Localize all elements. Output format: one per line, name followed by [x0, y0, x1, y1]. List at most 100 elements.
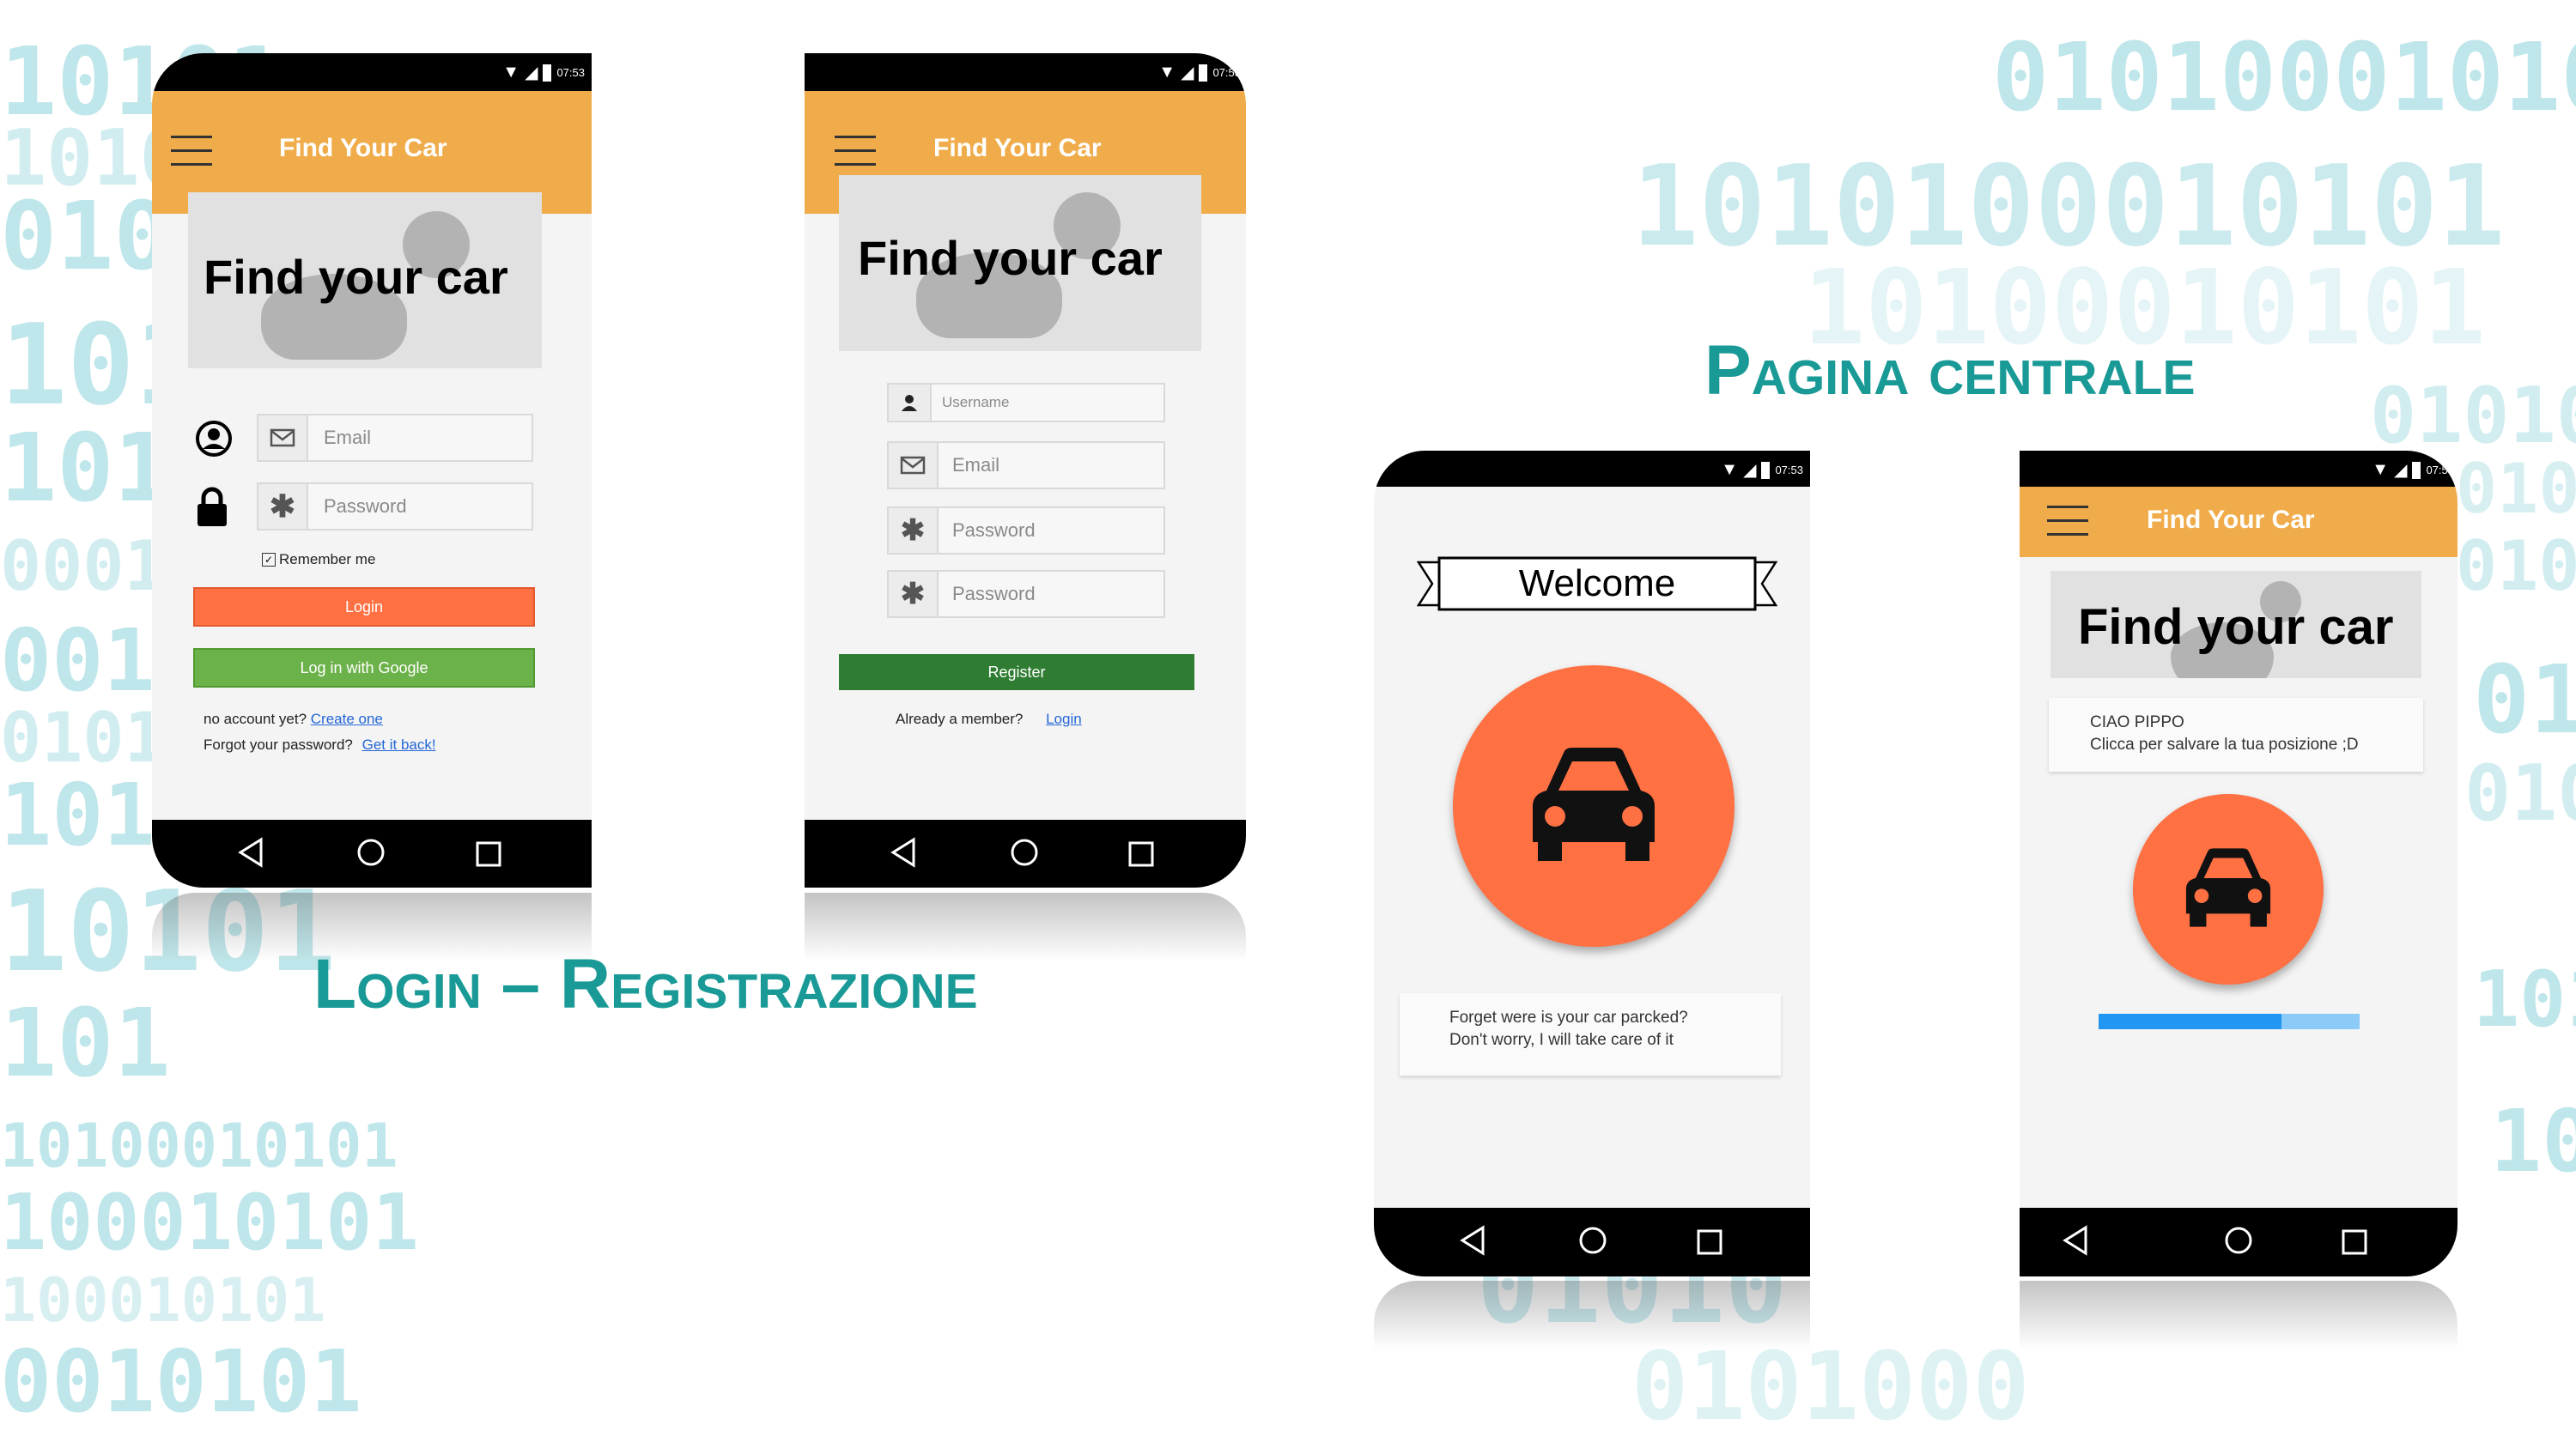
login-link[interactable]: Login — [1046, 711, 1082, 727]
phone-reflection — [1374, 1281, 1810, 1349]
binary-text: 0101 — [2464, 749, 2576, 839]
wifi-icon: ▼ — [1158, 63, 1176, 82]
phone-reflection — [805, 893, 1246, 961]
mail-icon — [889, 443, 939, 488]
phone-reflection — [2020, 1281, 2458, 1349]
phone-welcome: ▼ ◢ 07:53 Welcome Forget were is your ca… — [1374, 451, 1810, 1276]
home-icon[interactable] — [354, 835, 388, 870]
register-button[interactable]: Register — [839, 654, 1194, 690]
battery-icon — [543, 64, 552, 82]
app-title: Find Your Car — [933, 134, 1102, 162]
binary-text: 0101 — [2456, 449, 2576, 529]
menu-icon[interactable] — [2047, 506, 2088, 537]
binary-text: 101 — [0, 765, 155, 865]
hero-banner: Find your car — [839, 175, 1201, 351]
password-field[interactable]: ✱ Password — [887, 506, 1165, 555]
app-title: Find Your Car — [2147, 506, 2315, 534]
binary-text: 0101 — [0, 698, 166, 778]
menu-icon[interactable] — [835, 136, 876, 167]
instruction-text: Clicca per salvare la tua posizione ;D — [2090, 736, 2359, 754]
wifi-icon: ▼ — [502, 63, 520, 82]
binary-text: 101 — [2473, 955, 2576, 1045]
home-icon[interactable] — [2221, 1223, 2256, 1258]
status-time: 07:53 — [1212, 66, 1241, 79]
status-time: 07:53 — [1775, 464, 1803, 476]
phone-home: ▼ ◢ 07:53 Find Your Car Find your car CI… — [2020, 451, 2458, 1276]
confirm-password-field[interactable]: ✱ Password — [887, 570, 1165, 618]
hero-text: Find your car — [858, 231, 1163, 285]
password-field[interactable]: ✱ Password — [257, 482, 533, 530]
status-time: 07:53 — [556, 66, 585, 79]
google-login-button[interactable]: Log in with Google — [193, 648, 535, 688]
binary-text: 01 — [2473, 645, 2576, 755]
info-card: Forget were is your car parcked? Don't w… — [1400, 993, 1781, 1076]
back-icon[interactable] — [234, 835, 268, 870]
binary-text: 101 — [0, 988, 171, 1098]
app-title: Find Your Car — [279, 134, 447, 162]
remember-me-label: Remember me — [279, 551, 376, 567]
card-line-2: Don't worry, I will take care of it — [1449, 1031, 1674, 1049]
user-icon — [889, 385, 932, 421]
status-bar: ▼ ◢ 07:53 — [1374, 451, 1810, 487]
email-placeholder: Email — [324, 427, 372, 448]
card-line-1: Forget were is your car parcked? — [1449, 1009, 1688, 1027]
car-icon — [2184, 847, 2273, 932]
recover-password-link[interactable]: Get it back! — [362, 737, 436, 753]
binary-text: 0001 — [0, 526, 166, 606]
no-account-text: no account yet? — [204, 711, 307, 727]
wifi-icon: ▼ — [1721, 460, 1739, 479]
hero-text: Find your car — [2078, 599, 2394, 655]
recents-icon[interactable] — [2337, 1225, 2372, 1259]
save-position-button[interactable] — [2133, 794, 2324, 985]
status-bar: ▼ ◢ 07:53 — [2020, 451, 2458, 487]
login-button[interactable]: Login — [193, 587, 535, 627]
recents-icon[interactable] — [471, 837, 506, 871]
car-icon — [1529, 746, 1658, 867]
menu-icon[interactable] — [171, 136, 212, 167]
wifi-icon: ▼ — [2372, 460, 2390, 479]
park-car-button[interactable] — [1453, 665, 1735, 947]
recents-icon[interactable] — [1124, 837, 1158, 871]
asterisk-icon: ✱ — [258, 484, 308, 529]
recents-icon[interactable] — [1692, 1225, 1727, 1259]
forgot-password-text: Forgot your password? — [204, 737, 353, 753]
phone-reflection — [152, 893, 592, 961]
signal-icon: ◢ — [2394, 461, 2408, 480]
create-account-link[interactable]: Create one — [311, 711, 383, 727]
binary-text: 0101 — [2456, 526, 2576, 606]
binary-text: 01010 — [2370, 371, 2576, 461]
username-field[interactable]: Username — [887, 383, 1165, 422]
battery-icon — [1199, 64, 1208, 82]
greeting-text: CIAO PIPPO — [2090, 713, 2184, 731]
binary-text: 0101000 — [1631, 1331, 2030, 1441]
binary-text: 10 — [2490, 1091, 2576, 1191]
phone-login: ▼ ◢ 07:53 Find Your Car Find your car Em… — [152, 53, 592, 888]
back-icon[interactable] — [886, 835, 920, 870]
navigation-bar — [2020, 1208, 2458, 1276]
hero-text: Find your car — [204, 250, 508, 304]
signal-icon: ◢ — [525, 64, 538, 82]
binary-text: 0010101 — [0, 1331, 362, 1432]
binary-text: 101 — [0, 413, 171, 523]
remember-me-checkbox[interactable]: ✓ Remember me — [262, 551, 375, 568]
email-field[interactable]: Email — [887, 441, 1165, 489]
user-icon — [195, 420, 233, 458]
password-placeholder: Password — [952, 519, 1036, 541]
app-bar: Find Your Car — [2020, 487, 2458, 557]
back-icon[interactable] — [2058, 1223, 2093, 1258]
home-icon[interactable] — [1007, 835, 1042, 870]
status-bar: ▼ ◢ 07:53 — [152, 53, 592, 91]
binary-text: 1010100010101 — [1631, 141, 2506, 271]
asterisk-icon: ✱ — [889, 508, 939, 553]
welcome-banner: Welcome — [1417, 554, 1777, 614]
progress-bar — [2099, 1014, 2360, 1029]
navigation-bar — [805, 820, 1246, 888]
hero-banner: Find your car — [2050, 571, 2421, 678]
back-icon[interactable] — [1455, 1223, 1490, 1258]
lock-icon — [195, 487, 229, 528]
greeting-card: CIAO PIPPO Clicca per salvare la tua pos… — [2049, 698, 2423, 772]
phone-register: ▼ ◢ 07:53 Find Your Car Find your car Us… — [805, 53, 1246, 888]
email-field[interactable]: Email — [257, 414, 533, 462]
email-placeholder: Email — [952, 454, 1000, 476]
home-icon[interactable] — [1576, 1223, 1610, 1258]
